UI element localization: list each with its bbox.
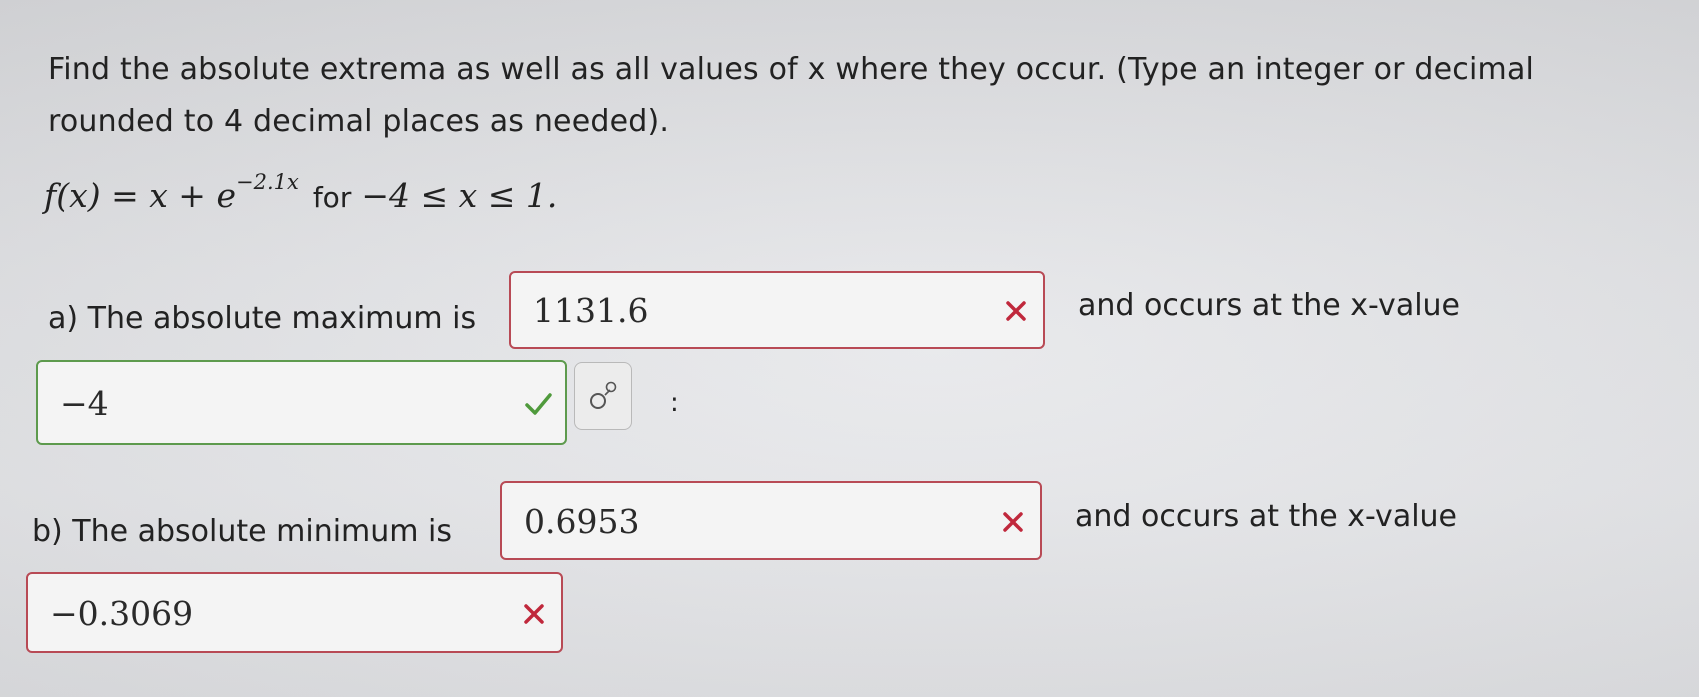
part-b-connector: and occurs at the x-value — [1075, 499, 1458, 534]
check-mark-icon — [525, 393, 552, 415]
function-formula: f(x) = x + e −2.1x for −4 ≤ x ≤ 1. — [44, 170, 558, 215]
max-x-answer-field[interactable]: −4 — [36, 360, 567, 445]
part-a-prompt: a) The absolute maximum is — [48, 301, 477, 336]
equation-editor-button[interactable] — [574, 362, 632, 430]
min-answer-value: 0.6953 — [524, 502, 640, 541]
x-mark-icon — [524, 604, 544, 624]
formula-lhs: f(x) = x + e — [44, 176, 236, 215]
min-x-answer-field[interactable]: −0.3069 — [26, 572, 563, 653]
min-answer-field[interactable]: 0.6953 — [500, 481, 1042, 560]
x-mark-icon — [1003, 512, 1023, 532]
part-a-connector: and occurs at the x-value — [1078, 288, 1461, 323]
equation-editor-icon — [590, 381, 617, 409]
instructions-line-1: Find the absolute extrema as well as all… — [48, 52, 1535, 87]
max-answer-field[interactable]: 1131.6 — [509, 271, 1045, 349]
formula-domain: −4 ≤ x ≤ 1. — [361, 176, 558, 215]
formula-for-word: for — [312, 181, 352, 214]
instructions-line-2: rounded to 4 decimal places as needed). — [48, 104, 670, 139]
max-x-answer-value: −4 — [60, 384, 109, 423]
max-answer-value: 1131.6 — [533, 291, 649, 330]
part-b-prompt: b) The absolute minimum is — [32, 514, 452, 549]
min-x-answer-value: −0.3069 — [50, 594, 194, 633]
part-a-trailing-colon: : — [670, 388, 679, 418]
x-mark-icon — [1006, 301, 1026, 321]
formula-exponent: −2.1x — [235, 170, 299, 194]
